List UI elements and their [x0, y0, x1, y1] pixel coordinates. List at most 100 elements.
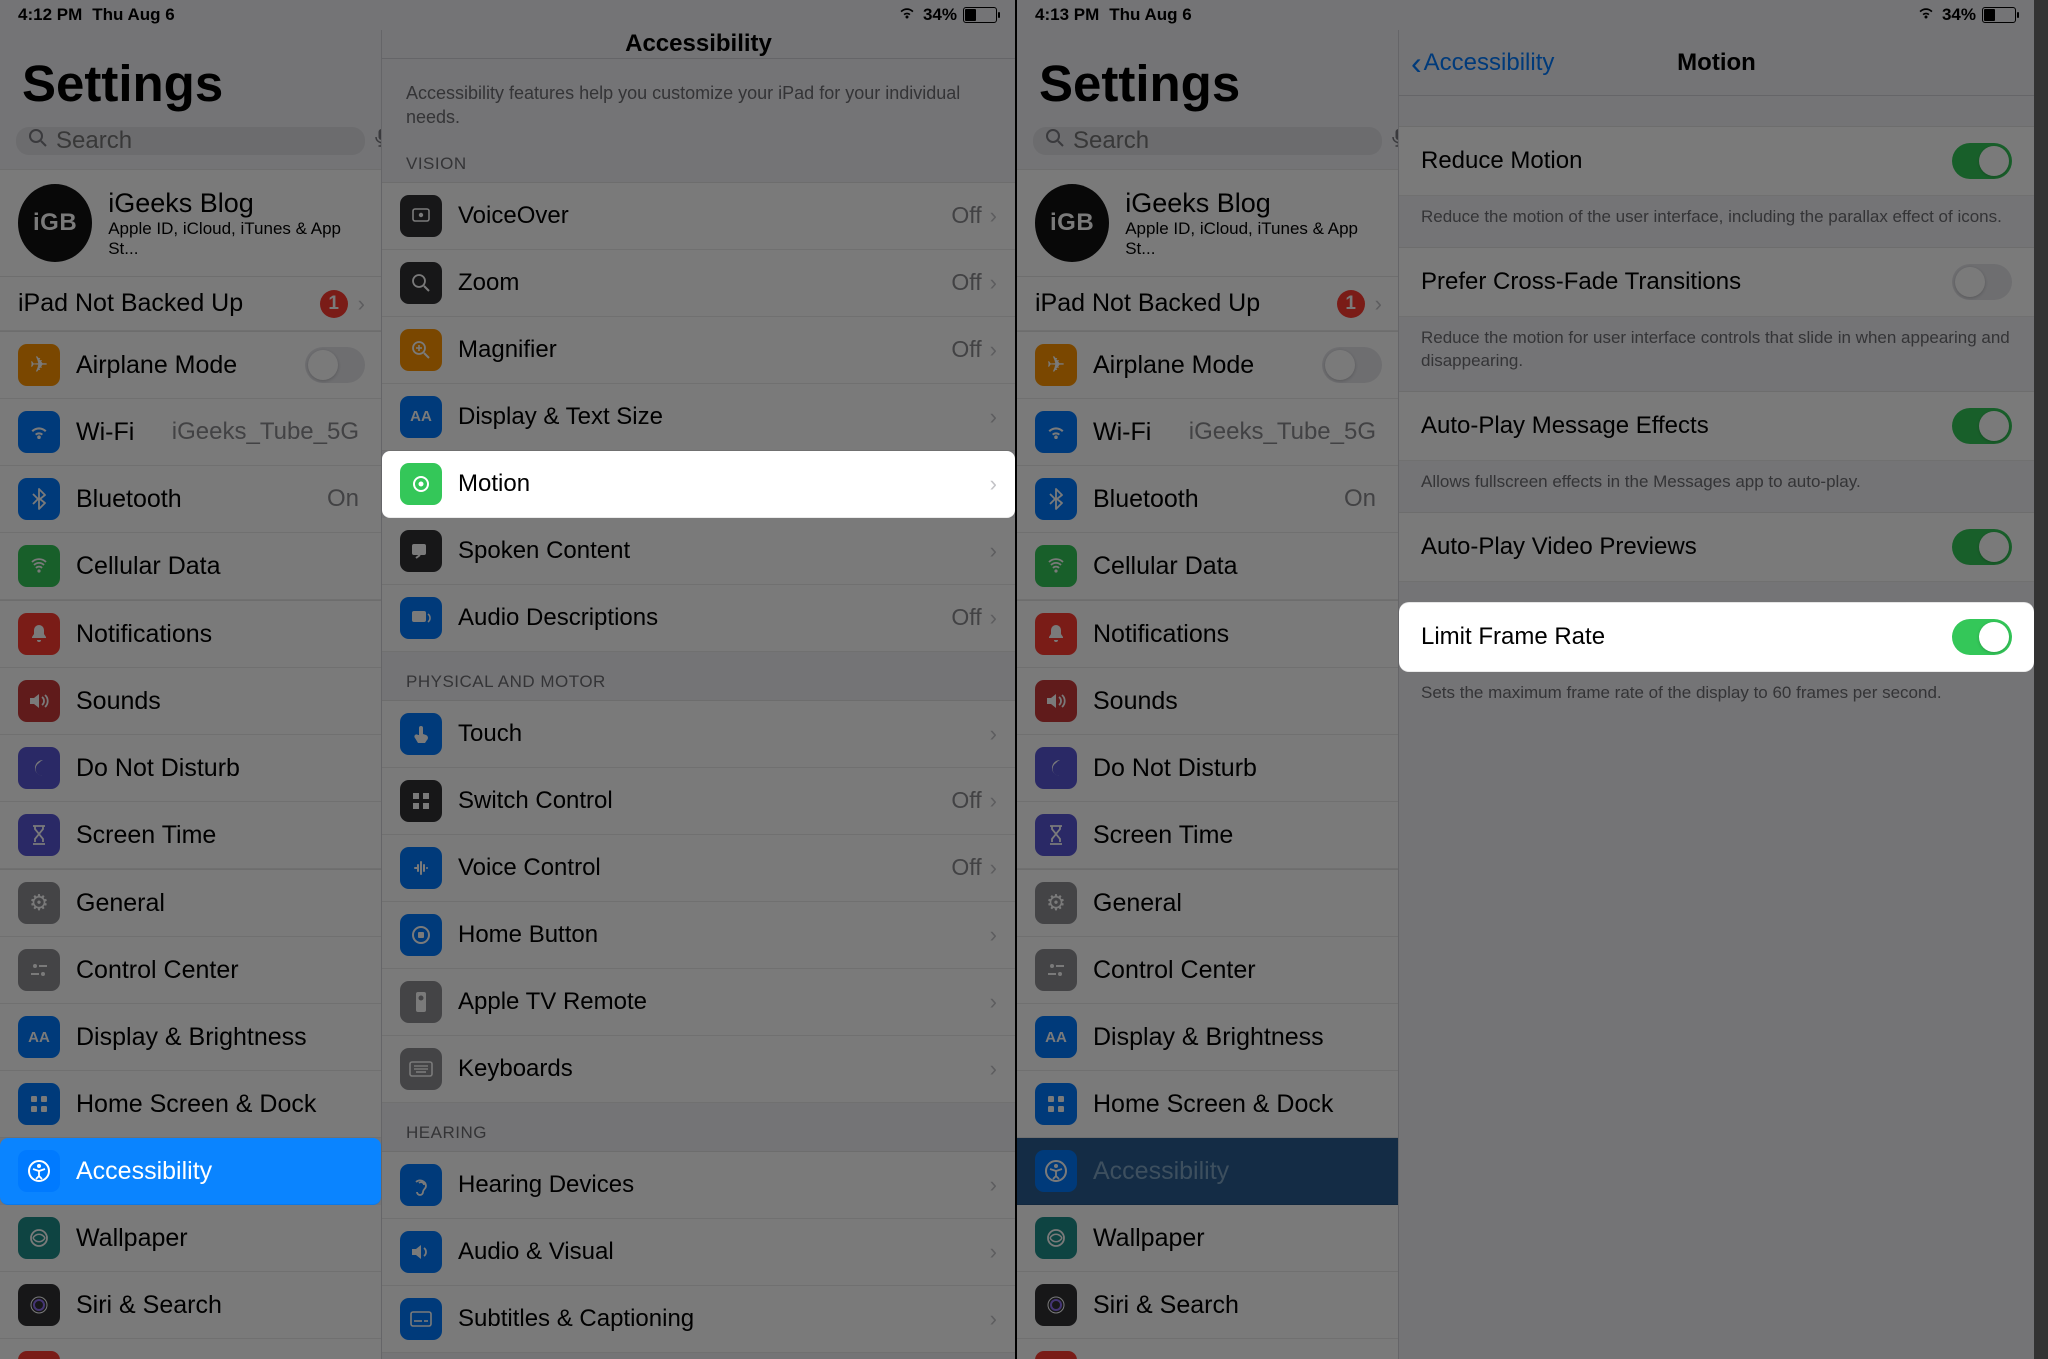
sounds-row[interactable]: Sounds — [0, 668, 381, 735]
search-input[interactable] — [1073, 127, 1383, 155]
dnd-row[interactable]: Do Not Disturb — [0, 735, 381, 802]
video-previews-toggle[interactable] — [1952, 529, 2012, 565]
displaytext-row[interactable]: AA Display & Text Size › — [382, 384, 1015, 451]
cellular-icon — [1035, 545, 1077, 587]
status-time: 4:13 PM — [1035, 5, 1099, 25]
chevron-right-icon: › — [1375, 291, 1382, 317]
screentime-row[interactable]: Screen Time — [1017, 802, 1398, 869]
appletvremote-label: Apple TV Remote — [458, 988, 990, 1016]
profile-row[interactable]: iGB iGeeks Blog Apple ID, iCloud, iTunes… — [1017, 169, 1398, 277]
wallpaper-row[interactable]: Wallpaper — [1017, 1205, 1398, 1272]
airplane-mode-row[interactable]: ✈ Airplane Mode — [0, 331, 381, 399]
accessibility-detail: Accessibility Accessibility features hel… — [382, 30, 1015, 1359]
accessibility-row[interactable]: Accessibility — [0, 1138, 381, 1205]
reduce-motion-toggle[interactable] — [1952, 143, 2012, 179]
voicecontrol-row[interactable]: Voice Control Off › — [382, 835, 1015, 902]
search-field[interactable] — [1033, 127, 1382, 155]
touchid-row[interactable]: Touch ID & Passcode — [0, 1339, 381, 1359]
msgfx-toggle[interactable] — [1952, 408, 2012, 444]
dnd-row[interactable]: Do Not Disturb — [1017, 735, 1398, 802]
reduce-motion-row[interactable]: Reduce Motion — [1399, 126, 2034, 196]
frame-rate-toggle[interactable] — [1952, 619, 2012, 655]
back-button[interactable]: ‹ Accessibility — [1411, 47, 1554, 79]
group-general: GENERAL — [382, 1353, 1015, 1359]
speaker-icon — [400, 1231, 442, 1273]
wifi-row[interactable]: Wi-Fi iGeeks_Tube_5G — [1017, 399, 1398, 466]
notifications-row[interactable]: Notifications — [0, 600, 381, 668]
mic-icon[interactable] — [1391, 128, 1399, 154]
status-battery-pct: 34% — [1942, 5, 1976, 25]
badge: 1 — [1337, 290, 1365, 318]
screen-accessibility: 4:12 PM Thu Aug 6 34% Settings — [0, 0, 1017, 1359]
general-label: General — [76, 889, 365, 918]
search-field[interactable] — [16, 127, 365, 155]
chevron-right-icon: › — [990, 538, 997, 564]
keyboards-row[interactable]: Keyboards › — [382, 1036, 1015, 1103]
sounds-row[interactable]: Sounds — [1017, 668, 1398, 735]
display-row[interactable]: AA Display & Brightness — [0, 1004, 381, 1071]
screentime-row[interactable]: Screen Time — [0, 802, 381, 869]
display-icon: AA — [18, 1016, 60, 1058]
profile-row[interactable]: iGB iGeeks Blog Apple ID, iCloud, iTunes… — [0, 169, 381, 277]
dnd-label: Do Not Disturb — [76, 754, 365, 783]
msgfx-row[interactable]: Auto-Play Message Effects — [1399, 391, 2034, 461]
bluetooth-row[interactable]: Bluetooth On — [1017, 466, 1398, 533]
zoom-label: Zoom — [458, 269, 951, 297]
motion-label: Motion — [458, 470, 990, 498]
cellular-row[interactable]: Cellular Data — [0, 533, 381, 600]
touch-row[interactable]: Touch › — [382, 700, 1015, 768]
mic-icon[interactable] — [374, 128, 382, 154]
controlcenter-row[interactable]: Control Center — [0, 937, 381, 1004]
display-icon: AA — [1035, 1016, 1077, 1058]
siri-row[interactable]: Siri & Search — [0, 1272, 381, 1339]
airplane-icon: ✈ — [18, 344, 60, 386]
general-row[interactable]: ⚙ General — [0, 869, 381, 937]
profile-name: iGeeks Blog — [1125, 188, 1380, 219]
crossfade-row[interactable]: Prefer Cross-Fade Transitions — [1399, 247, 2034, 317]
wifi-row[interactable]: Wi-Fi iGeeks_Tube_5G — [0, 399, 381, 466]
controlcenter-row[interactable]: Control Center — [1017, 937, 1398, 1004]
chevron-right-icon: › — [990, 270, 997, 296]
search-input[interactable] — [56, 127, 366, 155]
bluetooth-row[interactable]: Bluetooth On — [0, 466, 381, 533]
video-previews-row[interactable]: Auto-Play Video Previews — [1399, 512, 2034, 582]
audiovisual-row[interactable]: Audio & Visual › — [382, 1219, 1015, 1286]
hearing-devices-row[interactable]: Hearing Devices › — [382, 1151, 1015, 1219]
display-row[interactable]: AA Display & Brightness — [1017, 1004, 1398, 1071]
homescreen-row[interactable]: Home Screen & Dock — [1017, 1071, 1398, 1138]
wallpaper-row[interactable]: Wallpaper — [0, 1205, 381, 1272]
appletvremote-row[interactable]: Apple TV Remote › — [382, 969, 1015, 1036]
switchcontrol-row[interactable]: Switch Control Off › — [382, 768, 1015, 835]
homescreen-row[interactable]: Home Screen & Dock — [0, 1071, 381, 1138]
siri-row[interactable]: Siri & Search — [1017, 1272, 1398, 1339]
crossfade-toggle[interactable] — [1952, 264, 2012, 300]
gear-icon: ⚙ — [1035, 882, 1077, 924]
motion-row[interactable]: Motion › — [382, 451, 1015, 518]
zoom-row[interactable]: Zoom Off › — [382, 250, 1015, 317]
general-row[interactable]: ⚙ General — [1017, 869, 1398, 937]
profile-name: iGeeks Blog — [108, 188, 363, 219]
voiceover-row[interactable]: VoiceOver Off › — [382, 182, 1015, 250]
spoken-row[interactable]: Spoken Content › — [382, 518, 1015, 585]
profile-sub: Apple ID, iCloud, iTunes & App St... — [1125, 219, 1380, 259]
airplane-toggle[interactable] — [1322, 347, 1382, 383]
magnifier-row[interactable]: Magnifier Off › — [382, 317, 1015, 384]
touchid-row[interactable]: Touch ID & Passcode — [1017, 1339, 1398, 1359]
ipad-not-backed-up-row[interactable]: iPad Not Backed Up 1 › — [0, 277, 381, 331]
audiodesc-row[interactable]: Audio Descriptions Off › — [382, 585, 1015, 652]
limit-frame-rate-row[interactable]: Limit Frame Rate — [1399, 602, 2034, 672]
airplane-toggle[interactable] — [305, 347, 365, 383]
wallpaper-label: Wallpaper — [76, 1224, 365, 1253]
subtitles-row[interactable]: Subtitles & Captioning › — [382, 1286, 1015, 1353]
accessibility-row[interactable]: Accessibility — [1017, 1138, 1398, 1205]
ipad-not-backed-up-row[interactable]: iPad Not Backed Up 1 › — [1017, 277, 1398, 331]
battery-icon — [1982, 7, 2016, 23]
display-label: Display & Brightness — [1093, 1023, 1382, 1052]
group-physical: PHYSICAL AND MOTOR — [382, 652, 1015, 700]
cellular-row[interactable]: Cellular Data — [1017, 533, 1398, 600]
back-label: Accessibility — [1424, 49, 1555, 77]
airplane-mode-row[interactable]: ✈ Airplane Mode — [1017, 331, 1398, 399]
touch-label: Touch — [458, 720, 990, 748]
homebutton-row[interactable]: Home Button › — [382, 902, 1015, 969]
notifications-row[interactable]: Notifications — [1017, 600, 1398, 668]
